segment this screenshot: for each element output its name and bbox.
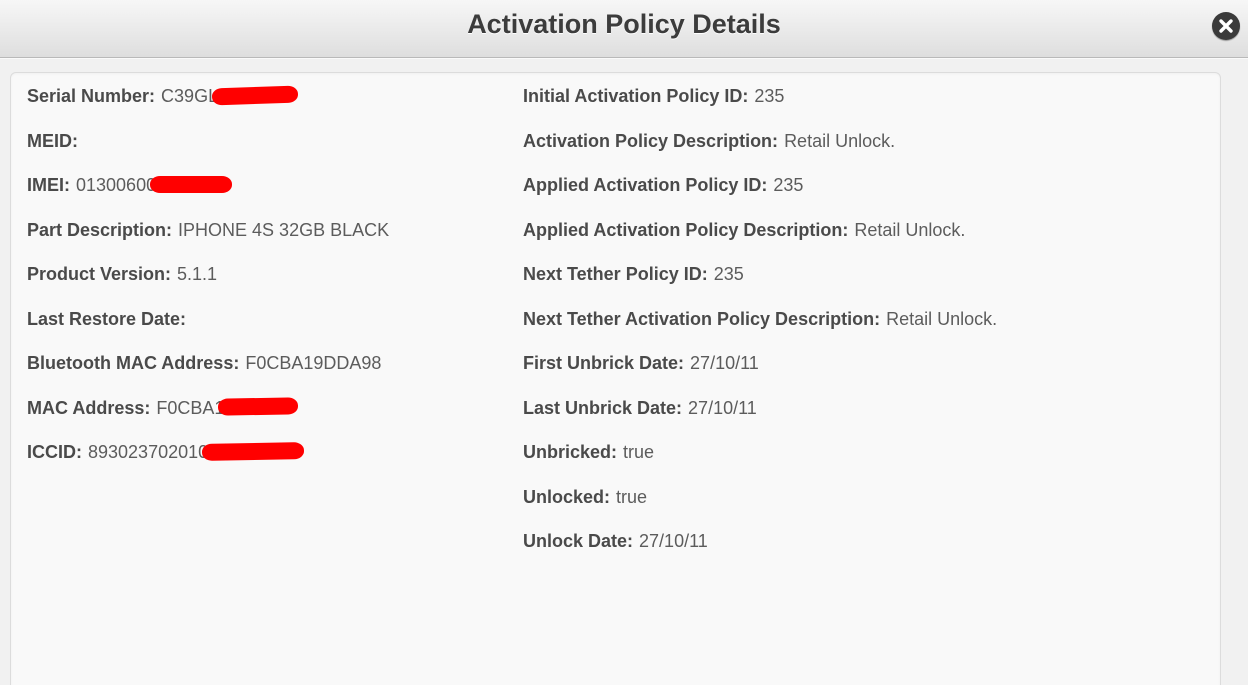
bluetooth-mac-label: Bluetooth MAC Address: xyxy=(27,353,240,373)
first-unbrick-date-value: 27/10/11 xyxy=(690,353,759,373)
device-info-column: Serial Number: C39GL MEID: IMEI: 01300600 … xyxy=(27,83,389,484)
mac-address-row: MAC Address: F0CBA1 xyxy=(27,395,389,440)
unlock-date-row: Unlock Date: 27/10/11 xyxy=(523,528,997,573)
product-version-label: Product Version: xyxy=(27,264,172,284)
meid-row: MEID: xyxy=(27,128,389,173)
imei-row: IMEI: 01300600 xyxy=(27,172,389,217)
mac-address-label: MAC Address: xyxy=(27,397,151,418)
redaction-mark xyxy=(150,175,233,193)
bluetooth-mac-row: Bluetooth MAC Address: F0CBA19DDA98 xyxy=(27,350,389,395)
unbricked-row: Unbricked: true xyxy=(523,439,997,484)
next-tether-policy-id-label: Next Tether Policy ID: xyxy=(523,264,708,284)
product-version-value: 5.1.1 xyxy=(177,264,218,284)
next-tether-policy-id-value: 235 xyxy=(713,264,744,284)
next-tether-description-row: Next Tether Activation Policy Descriptio… xyxy=(523,306,997,351)
unlocked-value: true xyxy=(616,486,648,507)
iccid-label: ICCID: xyxy=(27,442,82,462)
initial-policy-id-value: 235 xyxy=(754,86,785,106)
initial-policy-id-row: Initial Activation Policy ID: 235 xyxy=(523,83,997,128)
last-restore-date-label: Last Restore Date: xyxy=(27,308,187,329)
applied-policy-id-row: Applied Activation Policy ID: 235 xyxy=(523,172,997,217)
policy-description-label: Activation Policy Description: xyxy=(523,130,779,151)
unlocked-label: Unlocked: xyxy=(523,486,611,507)
unlock-date-value: 27/10/11 xyxy=(639,531,708,551)
meid-label: MEID: xyxy=(27,130,78,151)
part-description-row: Part Description: IPHONE 4S 32GB BLACK xyxy=(27,217,389,262)
imei-value: 01300600 xyxy=(76,175,157,195)
part-description-value: IPHONE 4S 32GB BLACK xyxy=(178,219,390,240)
last-unbrick-date-row: Last Unbrick Date: 27/10/11 xyxy=(523,395,997,440)
policy-description-value: Retail Unlock. xyxy=(784,130,896,151)
product-version-row: Product Version: 5.1.1 xyxy=(27,261,389,306)
iccid-value: 893023702010 xyxy=(88,442,209,462)
policy-description-row: Activation Policy Description: Retail Unl… xyxy=(523,128,997,173)
policy-info-column: Initial Activation Policy ID: 235 Activat… xyxy=(523,83,997,573)
next-tether-description-label: Next Tether Activation Policy Descriptio… xyxy=(523,308,881,329)
initial-policy-id-label: Initial Activation Policy ID: xyxy=(523,86,749,106)
part-description-label: Part Description: xyxy=(27,219,173,240)
bluetooth-mac-value: F0CBA19DDA98 xyxy=(245,353,382,373)
applied-policy-description-row: Applied Activation Policy Description: Re… xyxy=(523,217,997,262)
last-unbrick-date-value: 27/10/11 xyxy=(688,397,757,418)
redaction-mark xyxy=(211,85,299,106)
unlocked-row: Unlocked: true xyxy=(523,484,997,529)
next-tether-policy-id-row: Next Tether Policy ID: 235 xyxy=(523,261,997,306)
mac-address-value: F0CBA1 xyxy=(156,397,225,418)
first-unbrick-date-label: First Unbrick Date: xyxy=(523,353,685,373)
imei-label: IMEI: xyxy=(27,175,70,195)
applied-policy-id-label: Applied Activation Policy ID: xyxy=(523,175,768,195)
next-tether-description-value: Retail Unlock. xyxy=(886,308,998,329)
dialog-titlebar: Activation Policy Details xyxy=(0,0,1248,58)
last-unbrick-date-label: Last Unbrick Date: xyxy=(523,397,683,418)
close-icon[interactable] xyxy=(1212,12,1240,40)
applied-policy-description-value: Retail Unlock. xyxy=(854,219,966,240)
first-unbrick-date-row: First Unbrick Date: 27/10/11 xyxy=(523,350,997,395)
unbricked-value: true xyxy=(623,442,655,462)
serial-number-row: Serial Number: C39GL xyxy=(27,83,389,128)
unlock-date-label: Unlock Date: xyxy=(523,531,634,551)
serial-number-label: Serial Number: xyxy=(27,86,156,106)
dialog-title: Activation Policy Details xyxy=(467,9,781,39)
iccid-row: ICCID: 893023702010 xyxy=(27,439,389,484)
applied-policy-description-label: Applied Activation Policy Description: xyxy=(523,219,849,240)
applied-policy-id-value: 235 xyxy=(773,175,804,195)
details-panel: Serial Number: C39GL MEID: IMEI: 01300600 … xyxy=(10,72,1221,685)
redaction-mark xyxy=(202,441,305,461)
serial-number-value: C39GL xyxy=(161,86,219,106)
activation-policy-dialog: Activation Policy Details Serial Number:… xyxy=(0,0,1248,685)
last-restore-date-row: Last Restore Date: xyxy=(27,306,389,351)
redaction-mark xyxy=(218,397,299,416)
unbricked-label: Unbricked: xyxy=(523,442,618,462)
